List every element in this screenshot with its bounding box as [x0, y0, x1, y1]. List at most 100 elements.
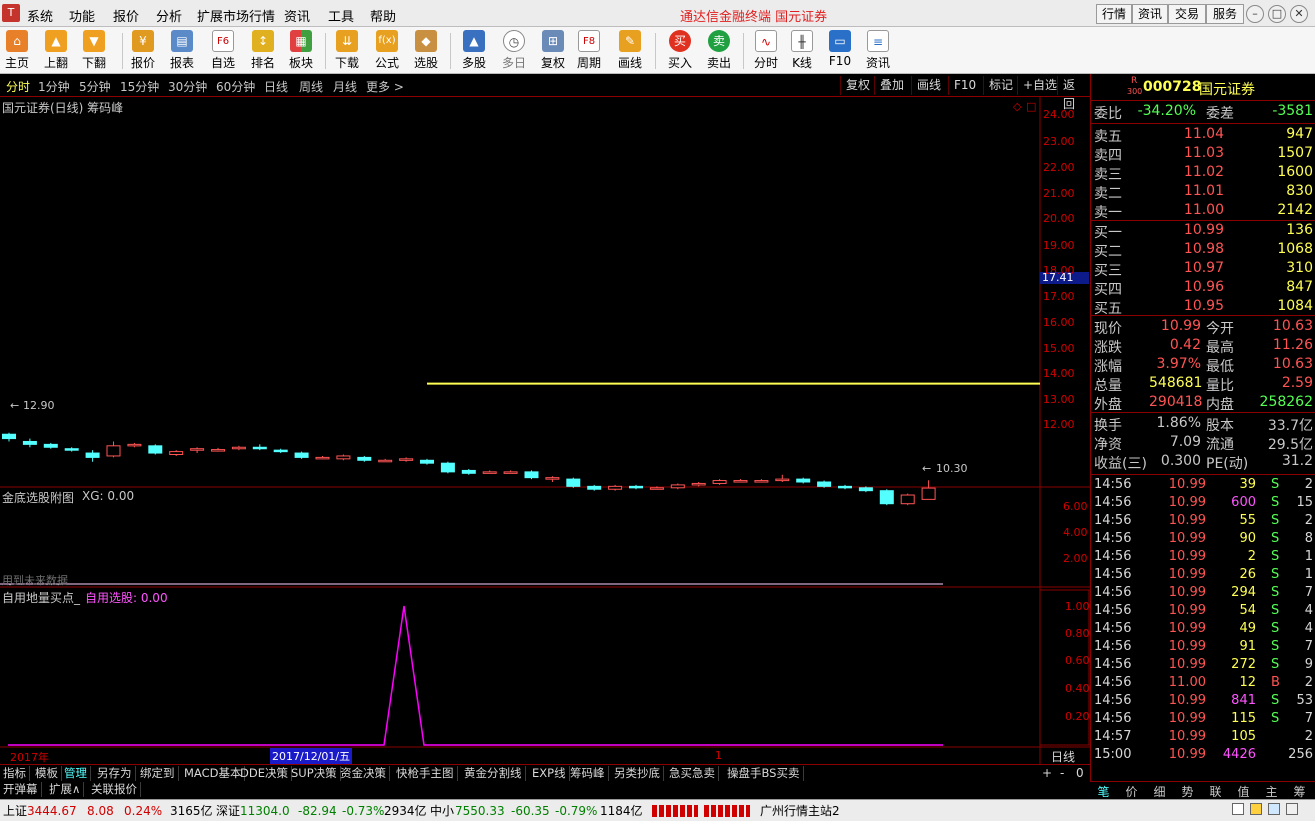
- tick-row[interactable]: 14:56 10.99 91 S 7: [1091, 639, 1315, 657]
- ask-row[interactable]: 卖三 11.02 1600: [1091, 164, 1315, 183]
- quote-tab[interactable]: 笔: [1090, 783, 1117, 800]
- tick-row[interactable]: 14:56 10.99 272 S 9: [1091, 657, 1315, 675]
- candle-body[interactable]: [461, 469, 476, 474]
- menu-quote[interactable]: 报价: [113, 6, 139, 25]
- formula-add-button[interactable]: +: [1042, 766, 1052, 780]
- formula-tab[interactable]: 指标: [0, 766, 30, 781]
- candle-body[interactable]: [921, 487, 936, 500]
- candle-body[interactable]: [106, 445, 121, 457]
- window-icon[interactable]: [1232, 803, 1244, 815]
- toolbar-restore-button[interactable]: ⊞ 复权: [533, 29, 573, 71]
- formula-tab[interactable]: 另类抄底: [611, 766, 664, 781]
- candle-body[interactable]: [608, 485, 623, 490]
- menu-analysis[interactable]: 分析: [156, 6, 182, 25]
- tick-row[interactable]: 14:56 10.99 49 S 4: [1091, 621, 1315, 639]
- toolbar-kline-button[interactable]: ╫ K线: [782, 29, 822, 71]
- candle-body[interactable]: [712, 480, 727, 484]
- quote-tab[interactable]: 价: [1118, 783, 1145, 800]
- quote-tab[interactable]: 联: [1202, 783, 1229, 800]
- lock-icon[interactable]: [1250, 803, 1262, 815]
- bid-row[interactable]: 买五 10.95 1084: [1091, 298, 1315, 317]
- toolbar-multiday-button[interactable]: ◷ 多日: [494, 29, 534, 71]
- candle-body[interactable]: [733, 480, 748, 483]
- toolbar-formula-button[interactable]: f(x) 公式: [367, 29, 407, 71]
- toolbar-watchlist-button[interactable]: F6 自选: [203, 29, 243, 71]
- formula-tab[interactable]: EXP线: [529, 766, 570, 781]
- toolbar-quote-button[interactable]: ¥ 报价: [123, 29, 163, 71]
- toolbar-period-button[interactable]: F8 周期: [569, 29, 609, 71]
- candle-body[interactable]: [294, 452, 309, 458]
- formula-tab[interactable]: 模板: [32, 766, 62, 781]
- ask-row[interactable]: 卖一 11.00 2142: [1091, 202, 1315, 221]
- quote-tab[interactable]: 值: [1230, 783, 1257, 800]
- tick-row[interactable]: 14:56 10.99 2 S 1: [1091, 549, 1315, 567]
- bid-row[interactable]: 买二 10.98 1068: [1091, 241, 1315, 260]
- expand-toggle[interactable]: 扩展∧: [46, 782, 85, 797]
- tick-row[interactable]: 14:56 10.99 26 S 1: [1091, 567, 1315, 585]
- menu-news[interactable]: 资讯: [284, 6, 310, 25]
- candle-body[interactable]: [838, 485, 852, 489]
- toolbar-pick-button[interactable]: ◆ 选股: [406, 29, 446, 71]
- formula-tab[interactable]: 急买急卖: [666, 766, 719, 781]
- candle-body[interactable]: [22, 440, 37, 445]
- period-monthly[interactable]: 月线: [333, 78, 357, 95]
- chart-tool-restore[interactable]: 复权: [840, 76, 875, 95]
- bid-row[interactable]: 买三 10.97 310: [1091, 260, 1315, 279]
- top-btn-service[interactable]: 服务: [1206, 4, 1244, 24]
- candle-body[interactable]: [796, 478, 811, 483]
- candle-body[interactable]: [587, 485, 602, 490]
- top-btn-trade[interactable]: 交易: [1168, 4, 1206, 24]
- candle-body[interactable]: [85, 452, 100, 458]
- toolbar-f10-button[interactable]: ▭ F10: [820, 29, 860, 71]
- maximize-icon[interactable]: □: [1268, 5, 1286, 23]
- tick-row[interactable]: 14:56 10.99 600 S 15: [1091, 495, 1315, 513]
- ask-row[interactable]: 卖四 11.03 1507: [1091, 145, 1315, 164]
- candle-body[interactable]: [629, 485, 643, 489]
- tick-row[interactable]: 14:56 11.00 12 B 2: [1091, 675, 1315, 693]
- formula-tab[interactable]: 操盘手BS买卖: [724, 766, 804, 781]
- toolbar-pageup-button[interactable]: ▲ 上翻: [36, 29, 76, 71]
- tick-row[interactable]: 15:00 10.99 4426 256: [1091, 747, 1315, 765]
- toolbar-news-button[interactable]: ≡ 资讯: [858, 29, 898, 71]
- candle-body[interactable]: [43, 443, 58, 448]
- chart-tool-overlay[interactable]: 叠加: [874, 76, 909, 95]
- formula-tab[interactable]: 绑定到: [137, 766, 179, 781]
- chart-tool-back[interactable]: 返回: [1057, 76, 1090, 111]
- menu-ext-market[interactable]: 扩展市场行情: [197, 6, 275, 25]
- period-intraday[interactable]: 分时: [6, 78, 30, 95]
- ask-row[interactable]: 卖五 11.04 947: [1091, 126, 1315, 145]
- candle-body[interactable]: [64, 448, 79, 451]
- minimize-icon[interactable]: –: [1246, 5, 1264, 23]
- menu-help[interactable]: 帮助: [370, 6, 396, 25]
- tick-row[interactable]: 14:56 10.99 55 S 2: [1091, 513, 1315, 531]
- period-30min[interactable]: 30分钟: [168, 78, 207, 95]
- chart-tool-mark[interactable]: 标记: [983, 76, 1018, 95]
- formula-tab[interactable]: MACD基本: [181, 766, 246, 781]
- chart-tool-f10[interactable]: F10: [948, 76, 981, 95]
- signal-icon[interactable]: [1268, 803, 1280, 815]
- candle-body[interactable]: [420, 459, 434, 464]
- bid-row[interactable]: 买一 10.99 136: [1091, 222, 1315, 241]
- quote-tab[interactable]: 势: [1174, 783, 1201, 800]
- candle-body[interactable]: [315, 456, 330, 460]
- candle-body[interactable]: [190, 448, 205, 451]
- candle-body[interactable]: [545, 477, 560, 480]
- tick-row[interactable]: 14:56 10.99 90 S 8: [1091, 531, 1315, 549]
- formula-tab[interactable]: SUP决策: [288, 766, 341, 781]
- toolbar-sector-button[interactable]: ▦ 板块: [281, 29, 321, 71]
- toolbar-pagedown-button[interactable]: ▼ 下翻: [74, 29, 114, 71]
- candle-body[interactable]: [754, 480, 769, 483]
- kline-chart-area[interactable]: ◇ □ 国元证券(日线) 筹码峰 24.00 23.00 22.00 21.00…: [0, 97, 1090, 764]
- candle-body[interactable]: [817, 481, 832, 487]
- period-60min[interactable]: 60分钟: [216, 78, 255, 95]
- formula-tab[interactable]: 管理: [61, 766, 91, 781]
- period-more[interactable]: 更多 >: [366, 78, 404, 95]
- server-name[interactable]: 广州行情主站2: [760, 801, 840, 821]
- formula-tab[interactable]: 资金决策: [337, 766, 390, 781]
- diamond-icon[interactable]: ◇: [1013, 100, 1022, 113]
- candle-body[interactable]: [211, 449, 225, 452]
- candle-body[interactable]: [2, 433, 16, 440]
- chart-tool-add-watch[interactable]: +自选: [1017, 76, 1062, 95]
- candle-body[interactable]: [503, 471, 518, 474]
- quote-tab[interactable]: 筹: [1286, 783, 1313, 800]
